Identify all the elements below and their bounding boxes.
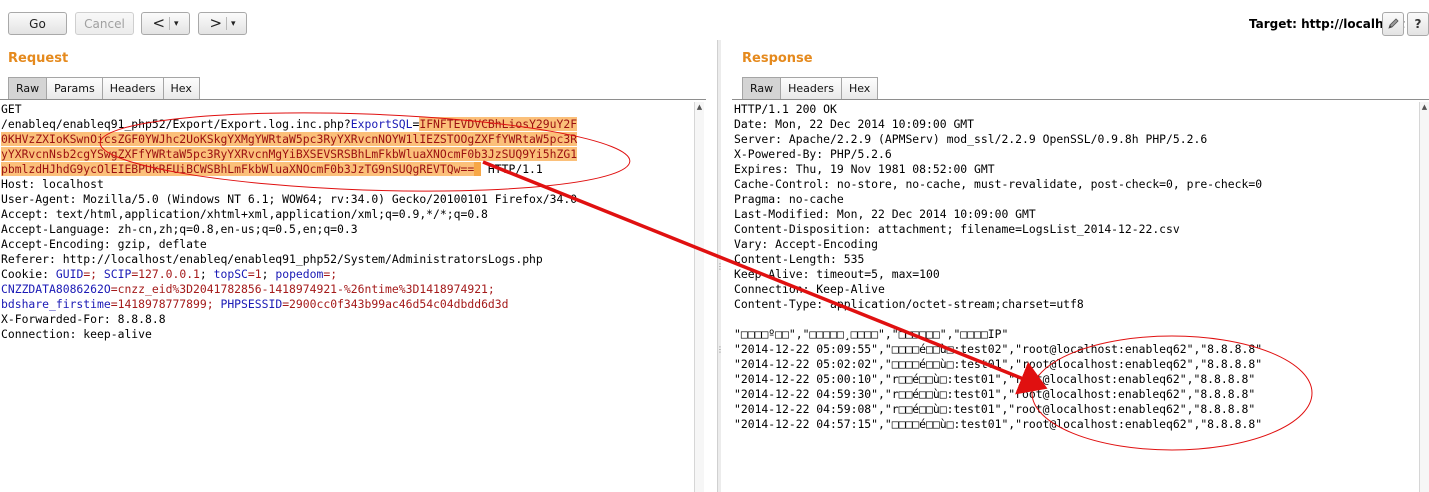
response-tab-underline	[732, 99, 1429, 100]
go-button[interactable]: Go	[8, 12, 67, 35]
cookie-value: =2900cc0f343b99ac46d54c04dbdd6d3d	[282, 297, 509, 311]
sql-payload: pbmlzdHJhdG9ycOlEIEBPUkRFUiBCWSBhLmFkbWl…	[1, 162, 475, 176]
request-tab-raw[interactable]: Raw	[8, 77, 48, 99]
request-tab-params[interactable]: Params	[46, 77, 103, 99]
request-scrollbar[interactable]: ▲	[694, 102, 704, 492]
csv-row: "2014-12-22 04:59:30","r□□é□□ù□:test01",…	[734, 387, 1256, 401]
request-header: Accept: text/html,application/xhtml+xml,…	[1, 207, 488, 221]
request-line: /enableq/enableq91_php52/Export/Export.l…	[1, 117, 691, 132]
cookie-label: Cookie:	[1, 267, 56, 281]
cookie-sep: ;	[261, 267, 276, 281]
response-scrollbar[interactable]: ▲	[1419, 102, 1429, 492]
request-header: X-Forwarded-For: 8.8.8.8	[1, 312, 166, 326]
response-tabs: Raw Headers Hex	[742, 77, 879, 99]
response-editor[interactable]: HTTP/1.1 200 OK Date: Mon, 22 Dec 2014 1…	[734, 102, 1419, 432]
response-line: Content-Disposition: attachment; filenam…	[734, 222, 1180, 236]
forward-dropdown-icon[interactable]: ▾	[231, 19, 236, 29]
response-line: Vary: Accept-Encoding	[734, 237, 879, 251]
cookie-header: bdshare_firstime=1418978777899; PHPSESSI…	[1, 297, 691, 312]
response-line: Expires: Thu, 19 Nov 1981 08:52:00 GMT	[734, 162, 995, 176]
forward-button-separator	[226, 17, 228, 30]
request-line: pbmlzdHJhdG9ycOlEIEBPUkRFUiBCWSBhLmFkbWl…	[1, 162, 691, 177]
response-line: Server: Apache/2.2.9 (APMServ) mod_ssl/2…	[734, 132, 1208, 146]
help-button[interactable]: ?	[1407, 12, 1429, 36]
request-header: Referer: http://localhost/enableq/enable…	[1, 252, 543, 266]
csv-row: "2014-12-22 04:59:08","r□□é□□ù□:test01",…	[734, 402, 1256, 416]
csv-row: "2014-12-22 05:00:10","r□□é□□ù□:test01",…	[734, 372, 1256, 386]
response-line: HTTP/1.1 200 OK	[734, 102, 837, 116]
request-tab-headers[interactable]: Headers	[101, 77, 164, 99]
request-header: Accept-Language: zh-cn,zh;q=0.8,en-us;q=…	[1, 222, 358, 236]
cookie-value: =127.0.0.1	[131, 267, 200, 281]
request-title: Request	[8, 51, 69, 66]
back-dropdown-icon[interactable]: ▾	[174, 19, 179, 29]
sql-payload: IFNFTEVDVCBhLiosY29uY2F	[419, 117, 578, 131]
cookie-key: bdshare_firstime	[1, 297, 111, 311]
sql-payload: 0KHVzZXIoKSwnOicsZGF0YWJhc2UoKSkgYXMgYWR…	[1, 132, 578, 146]
param-name: ExportSQL	[350, 117, 413, 131]
response-tab-headers[interactable]: Headers	[780, 77, 842, 99]
response-line: Content-Type: application/octet-stream;c…	[734, 297, 1084, 311]
back-button[interactable]: < ▾	[141, 12, 190, 35]
response-line: Content-Length: 535	[734, 252, 865, 266]
response-line: Date: Mon, 22 Dec 2014 10:09:00 GMT	[734, 117, 975, 131]
cookie-key: topSC	[213, 267, 248, 281]
request-header: Host: localhost	[1, 177, 104, 191]
response-line	[734, 312, 1419, 327]
cookie-key: popedom	[275, 267, 324, 281]
response-line: Pragma: no-cache	[734, 192, 844, 206]
response-line: Connection: Keep-Alive	[734, 282, 885, 296]
response-line: Last-Modified: Mon, 22 Dec 2014 10:09:00…	[734, 207, 1036, 221]
request-tabs: Raw Params Headers Hex	[8, 77, 200, 99]
response-tab-raw[interactable]: Raw	[742, 77, 782, 99]
response-line: Cache-Control: no-store, no-cache, must-…	[734, 177, 1263, 191]
cookie-value: =;	[83, 267, 104, 281]
request-line: GET	[1, 102, 22, 116]
cookie-key: PHPSESSID	[220, 297, 283, 311]
cookie-value: =cnzz_eid%3D2041782856-1418974921-%26nti…	[110, 282, 495, 296]
scroll-up-icon[interactable]: ▲	[1420, 102, 1429, 112]
request-editor[interactable]: GET /enableq/enableq91_php52/Export/Expo…	[1, 102, 691, 342]
request-line: yYXRvcnNsb2cgYSwgZXFfYWRtaW5pc3RyYXRvcnM…	[1, 147, 691, 162]
http-version: HTTP/1.1	[481, 162, 543, 176]
cookie-header: Cookie: GUID=; SCIP=127.0.0.1; topSC=1; …	[1, 267, 691, 282]
csv-header-row: "□□□□º□□","□□□□□¸□□□□","□□□□□□","□□□□IP"	[734, 327, 1009, 341]
response-line: X-Powered-By: PHP/5.2.6	[734, 147, 892, 161]
scroll-up-icon[interactable]: ▲	[695, 102, 704, 112]
cancel-button[interactable]: Cancel	[75, 12, 134, 35]
response-title: Response	[742, 51, 813, 66]
request-tab-hex[interactable]: Hex	[162, 77, 200, 99]
cookie-value: =1418978777899;	[110, 297, 221, 311]
sql-payload: yYXRvcnNsb2cgYSwgZXFfYWRtaW5pc3RyYXRvcnM…	[1, 147, 578, 161]
cookie-key: GUID	[55, 267, 84, 281]
request-header: Accept-Encoding: gzip, deflate	[1, 237, 207, 251]
divider-grip-icon[interactable]: ⋮	[716, 345, 724, 354]
cookie-value: =1	[247, 267, 262, 281]
forward-button[interactable]: > ▾	[198, 12, 247, 35]
back-button-separator	[169, 17, 171, 30]
edit-target-button[interactable]	[1382, 12, 1404, 36]
request-header: Connection: keep-alive	[1, 327, 152, 341]
cookie-key: CNZZDATA8086262O	[1, 282, 111, 296]
cookie-header: CNZZDATA8086262O=cnzz_eid%3D2041782856-1…	[1, 282, 691, 297]
request-line: 0KHVzZXIoKSwnOicsZGF0YWJhc2UoKSkgYXMgYWR…	[1, 132, 691, 147]
request-tab-underline	[0, 99, 706, 100]
forward-arrow-icon: >	[209, 14, 223, 32]
pencil-icon	[1388, 18, 1399, 29]
request-path: /enableq/enableq91_php52/Export/Export.l…	[1, 117, 351, 131]
back-arrow-icon: <	[152, 14, 166, 32]
request-header: User-Agent: Mozilla/5.0 (Windows NT 6.1;…	[1, 192, 578, 206]
csv-row: "2014-12-22 04:57:15","□□□□é□□ù□:test01"…	[734, 417, 1263, 431]
cookie-sep: ;	[199, 267, 214, 281]
divider-grip-icon[interactable]: ⋮	[716, 262, 724, 271]
cookie-value: =;	[323, 267, 338, 281]
cookie-key: SCIP	[103, 267, 132, 281]
csv-row: "2014-12-22 05:02:02","□□□□é□□ù□:test01"…	[734, 357, 1263, 371]
response-line: Keep-Alive: timeout=5, max=100	[734, 267, 940, 281]
response-tab-hex[interactable]: Hex	[840, 77, 879, 99]
csv-row: "2014-12-22 05:09:55","□□□□é□□ù□:test02"…	[734, 342, 1263, 356]
